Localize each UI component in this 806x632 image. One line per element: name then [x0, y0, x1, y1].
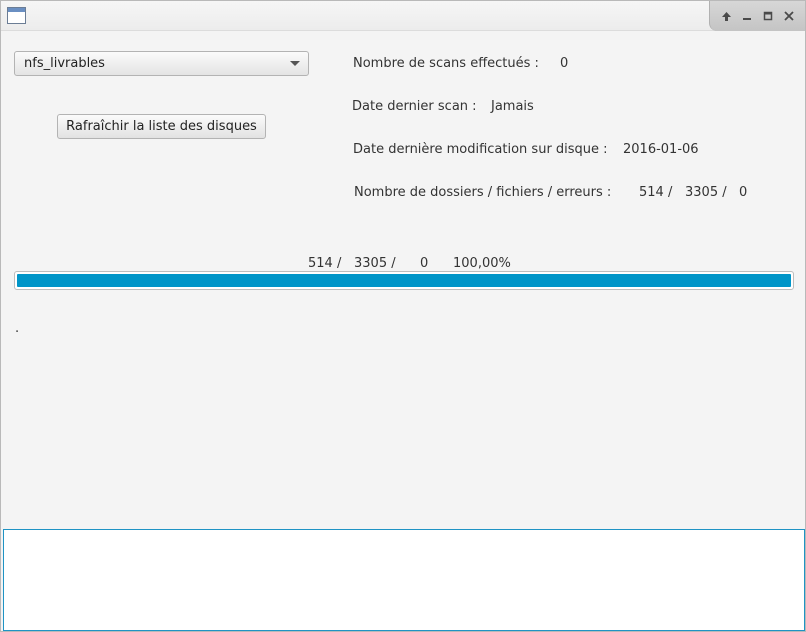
maximize-arrow-icon[interactable] [717, 7, 735, 25]
counts-errors-value: 0 [739, 185, 748, 200]
minimize-icon[interactable] [738, 7, 756, 25]
log-textarea[interactable] [3, 529, 805, 631]
progress-files-text: 3305 / [354, 256, 396, 271]
counts-folders-value: 514 / [639, 185, 673, 200]
progress-errors-text: 0 [420, 256, 429, 271]
last-scan-value: Jamais [491, 99, 534, 114]
app-window: nfs_livrables Rafraîchir la liste des di… [0, 0, 806, 632]
last-modification-value: 2016-01-06 [623, 142, 699, 157]
disk-select-dropdown[interactable]: nfs_livrables [14, 51, 309, 76]
counts-files-value: 3305 / [685, 185, 727, 200]
window-controls [709, 1, 805, 31]
scans-count-label: Nombre de scans effectués : [353, 56, 539, 71]
refresh-disks-button[interactable]: Rafraîchir la liste des disques [57, 114, 266, 139]
status-text: . [15, 321, 20, 336]
scan-progress-fill [17, 274, 791, 287]
title-bar[interactable] [1, 1, 805, 31]
restore-icon[interactable] [759, 7, 777, 25]
progress-percent-text: 100,00% [453, 256, 511, 271]
app-window-icon [7, 7, 26, 24]
scan-progress-bar [14, 271, 794, 290]
chevron-down-icon [290, 61, 300, 66]
last-modification-label: Date dernière modification sur disque : [353, 142, 608, 157]
scans-count-value: 0 [560, 56, 569, 71]
close-icon[interactable] [780, 7, 798, 25]
disk-select-value: nfs_livrables [24, 56, 105, 71]
counts-label: Nombre de dossiers / fichiers / erreurs … [354, 185, 612, 200]
progress-folders-text: 514 / [308, 256, 342, 271]
last-scan-label: Date dernier scan : [352, 99, 477, 114]
